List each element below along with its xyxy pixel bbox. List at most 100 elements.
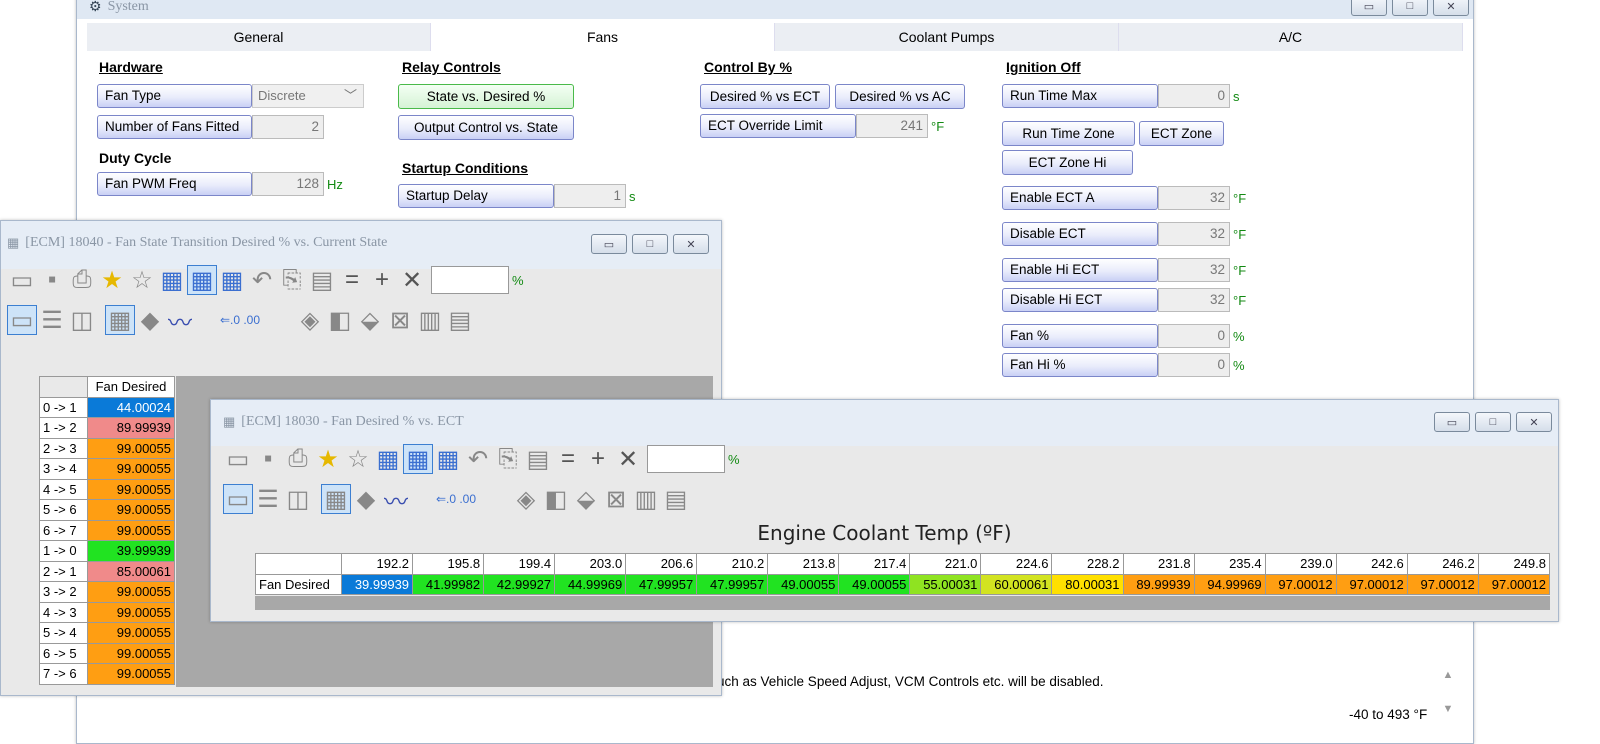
undo-icon[interactable]: ↶ (247, 265, 277, 295)
equals-icon[interactable]: = (553, 444, 583, 474)
decimal-icon[interactable]: ⇐.0 .00 (215, 305, 265, 335)
column-icon[interactable]: ▥ (415, 305, 445, 335)
open-icon[interactable]: ▭ (7, 265, 37, 295)
diamond-icon[interactable]: ◆ (135, 305, 165, 335)
tab-general[interactable]: General (87, 23, 431, 51)
view-single-icon[interactable]: ▭ (7, 305, 37, 335)
table-cell[interactable]: 39.99939 (87, 540, 175, 562)
grid-view-icon[interactable]: ▦ (105, 305, 135, 335)
pwm-label[interactable]: Fan PWM Freq (97, 172, 252, 196)
table-cell[interactable]: 39.99939 (340, 573, 414, 595)
paste-icon[interactable]: ▤ (523, 444, 553, 474)
table-cell[interactable]: 99.00055 (87, 581, 175, 603)
run-time-zone-button[interactable]: Run Time Zone (1002, 121, 1135, 146)
table-cell[interactable]: 99.00055 (87, 499, 175, 521)
table-cell[interactable]: 80.00031 (1051, 573, 1124, 595)
table-cell[interactable]: 99.00055 (87, 437, 175, 459)
table-cell[interactable]: 99.00055 (87, 601, 175, 623)
row-icon[interactable]: ▤ (661, 484, 691, 514)
plus-icon[interactable]: + (583, 444, 613, 474)
favorite-icon[interactable]: ☆ (127, 265, 157, 295)
minimize-button[interactable]: ▭ (1434, 412, 1470, 432)
table-cell[interactable]: 89.99939 (1122, 573, 1195, 595)
tab-fans[interactable]: Fans (431, 23, 775, 51)
table-cell[interactable]: 99.00055 (87, 622, 175, 644)
startup-delay-label[interactable]: Startup Delay (398, 184, 554, 208)
table-diff-icon[interactable]: ▦ (217, 265, 247, 295)
table-cell[interactable]: 97.00012 (1406, 573, 1479, 595)
minimize-button[interactable]: ▭ (1351, 0, 1387, 16)
table-cell[interactable]: 49.00055 (838, 573, 911, 595)
ignition-field-label[interactable]: Disable Hi ECT (1002, 288, 1158, 312)
state-vs-desired-button[interactable]: State vs. Desired % (398, 84, 574, 109)
close-button[interactable]: ✕ (1516, 412, 1552, 432)
ignition-field-value[interactable]: 32 (1158, 222, 1230, 246)
table-cell[interactable]: 60.00061 (980, 573, 1053, 595)
favorite-icon[interactable]: ☆ (343, 444, 373, 474)
row-icon[interactable]: ▤ (445, 305, 475, 335)
close-button[interactable]: ✕ (1433, 0, 1469, 16)
table-cell[interactable]: 55.00031 (909, 573, 982, 595)
desired-vs-ect-button[interactable]: Desired % vs ECT (700, 84, 830, 109)
table-cell[interactable]: 44.99969 (554, 573, 627, 595)
diamond-icon[interactable]: ◆ (351, 484, 381, 514)
table-icon[interactable]: ▦ (157, 265, 187, 295)
equals-icon[interactable]: = (337, 265, 367, 295)
table-cell[interactable]: 89.99939 (87, 417, 175, 439)
maximize-button[interactable]: □ (1392, 0, 1428, 16)
interp-icon[interactable]: ◈ (295, 305, 325, 335)
table-compare-icon[interactable]: ▦ (187, 265, 217, 295)
column-icon[interactable]: ▥ (631, 484, 661, 514)
maximize-button[interactable]: □ (632, 234, 668, 254)
table-icon[interactable]: ▦ (373, 444, 403, 474)
view-single-icon[interactable]: ▭ (223, 484, 253, 514)
table-compare-icon[interactable]: ▦ (403, 444, 433, 474)
undo-icon[interactable]: ↶ (463, 444, 493, 474)
num-fans-label[interactable]: Number of Fans Fitted (97, 115, 252, 139)
table-cell[interactable]: 49.00055 (767, 573, 840, 595)
paste-icon[interactable]: ▤ (307, 265, 337, 295)
view-split-h-icon[interactable]: ☰ (37, 305, 67, 335)
table-cell[interactable]: 99.00055 (87, 663, 175, 685)
minimize-button[interactable]: ▭ (591, 234, 627, 254)
multiply-icon[interactable]: ✕ (613, 444, 643, 474)
ignition-field-label[interactable]: Fan % (1002, 324, 1158, 348)
table-cell[interactable]: 85.00061 (87, 560, 175, 582)
print-icon[interactable]: ⎙ (283, 444, 313, 474)
value-input[interactable] (647, 445, 725, 473)
table-cell[interactable]: 44.00024 (87, 396, 175, 418)
interp-down-icon[interactable]: ⬙ (355, 305, 385, 335)
ignition-field-label[interactable]: Enable ECT A (1002, 186, 1158, 210)
ect-zone-button[interactable]: ECT Zone (1139, 121, 1224, 146)
table-cell[interactable]: 99.00055 (87, 458, 175, 480)
runtime-max-label[interactable]: Run Time Max (1002, 84, 1158, 108)
scroll-down-icon[interactable]: ▼ (1439, 703, 1457, 715)
graph-icon[interactable]: 〰 (165, 305, 195, 337)
fan-type-label[interactable]: Fan Type (97, 84, 252, 108)
tab-ac[interactable]: A/C (1119, 23, 1463, 51)
ect-zone-hi-button[interactable]: ECT Zone Hi (1002, 150, 1133, 175)
pwm-value[interactable]: 128 (252, 172, 324, 196)
runtime-max-value[interactable]: 0 (1158, 84, 1230, 108)
fan-type-dropdown[interactable]: Discrete ﹀ (252, 84, 364, 108)
ignition-field-label[interactable]: Disable ECT (1002, 222, 1158, 246)
table-cell[interactable]: 47.99957 (696, 573, 769, 595)
save-icon[interactable]: ▪ (37, 265, 67, 295)
interp-icon[interactable]: ◈ (511, 484, 541, 514)
view-split-h-icon[interactable]: ☰ (253, 484, 283, 514)
scroll-up-icon[interactable]: ▲ (1439, 669, 1457, 681)
ignition-field-value[interactable]: 0 (1158, 353, 1230, 377)
table-cell[interactable]: 42.99927 (483, 573, 556, 595)
maximize-button[interactable]: □ (1475, 412, 1511, 432)
close-button[interactable]: ✕ (673, 234, 709, 254)
grid-view-icon[interactable]: ▦ (321, 484, 351, 514)
favorite-add-icon[interactable]: ★ (97, 265, 127, 295)
num-fans-value[interactable]: 2 (252, 115, 324, 139)
view-split-v-icon[interactable]: ◫ (283, 484, 313, 514)
table-cell[interactable]: 99.00055 (87, 519, 175, 541)
table-cell[interactable]: 99.00055 (87, 478, 175, 500)
ignition-field-label[interactable]: Enable Hi ECT (1002, 258, 1158, 282)
plus-icon[interactable]: + (367, 265, 397, 295)
ect-override-label[interactable]: ECT Override Limit (700, 114, 856, 138)
table-cell[interactable]: 94.99969 (1193, 573, 1266, 595)
